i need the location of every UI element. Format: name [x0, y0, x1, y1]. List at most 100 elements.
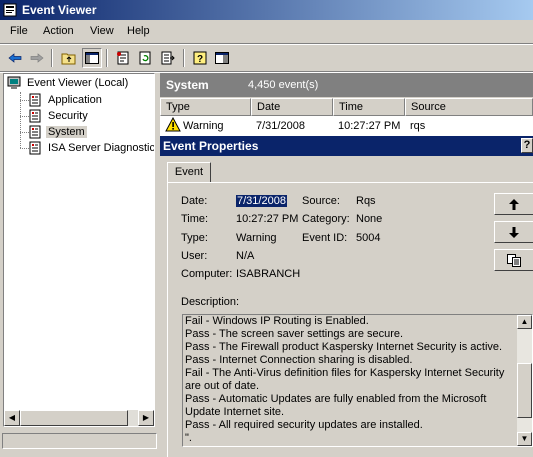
svg-text:?: ?	[197, 54, 203, 65]
menu-action[interactable]: Action	[43, 25, 74, 37]
description-label: Description:	[181, 296, 240, 308]
export-list-button[interactable]	[158, 48, 178, 68]
export-list-icon	[161, 51, 175, 65]
date-label: Date:	[181, 195, 208, 207]
event-id-label: Event ID:	[302, 232, 348, 244]
description-line: ".	[185, 432, 192, 444]
menu-view[interactable]: View	[90, 25, 114, 37]
back-button[interactable]	[5, 48, 25, 68]
column-header-type[interactable]: Type	[160, 98, 251, 116]
dialog-title-bar: Event Properties ?	[160, 136, 533, 156]
computer-icon	[7, 76, 21, 90]
event-log-icon	[29, 141, 41, 155]
copy-icon	[507, 253, 521, 267]
description-line: Pass - Automatic Updates are fully enabl…	[185, 393, 487, 418]
back-icon	[8, 53, 22, 63]
menu-bar: File Action View Help	[0, 22, 533, 42]
row-date: 7/31/2008	[256, 120, 305, 132]
next-event-button[interactable]	[494, 221, 533, 243]
forward-icon	[30, 53, 44, 63]
event-log-icon	[29, 93, 41, 107]
up-folder-icon	[61, 53, 76, 65]
description-line: Pass - The Firewall product Kaspersky In…	[185, 341, 503, 353]
type-label: Type:	[181, 232, 208, 244]
scroll-left-button[interactable]: ◀	[4, 410, 20, 426]
scroll-right-button[interactable]: ▶	[138, 410, 154, 426]
event-id-value: 5004	[356, 232, 381, 244]
scroll-thumb[interactable]	[20, 410, 128, 426]
event-viewer-icon	[3, 3, 17, 17]
scroll-thumb[interactable]	[517, 363, 532, 418]
arrow-up-icon	[509, 198, 519, 210]
type-value: Warning	[236, 232, 277, 244]
scroll-up-button[interactable]: ▲	[517, 315, 532, 329]
help-button[interactable]: ?	[190, 48, 210, 68]
row-type: Warning	[183, 120, 224, 132]
previous-event-button[interactable]	[494, 193, 533, 215]
warning-icon	[165, 117, 181, 132]
tree-horizontal-scrollbar[interactable]: ◀ ▶	[4, 410, 154, 426]
show-hide-tree-button[interactable]	[82, 48, 102, 68]
tab-event[interactable]: Event	[167, 162, 211, 183]
refresh-icon	[139, 51, 151, 65]
description-line: Pass - Internet Connection sharing is di…	[185, 354, 413, 366]
console-button[interactable]	[212, 48, 232, 68]
user-label: User:	[181, 250, 208, 262]
computer-label: Computer:	[181, 268, 233, 280]
tree-item-system[interactable]: System	[28, 124, 87, 140]
event-list: Type Date Time Source Warning 7/31/2008 …	[160, 98, 533, 138]
copy-event-button[interactable]	[494, 249, 533, 271]
date-value: 7/31/2008	[236, 195, 287, 207]
computer-value: ISABRANCH	[236, 268, 301, 280]
time-label: Time:	[181, 213, 209, 225]
tree-item-application[interactable]: Application	[28, 92, 104, 108]
row-time: 10:27:27 PM	[338, 120, 401, 132]
user-value: N/A	[236, 250, 255, 262]
event-properties-dialog: Event Properties ? Event Date: 7/31/2008…	[160, 136, 533, 457]
console-icon	[215, 52, 229, 64]
properties-button[interactable]	[113, 48, 133, 68]
event-count: 4,450 event(s)	[248, 79, 319, 91]
tree-item-isa-server-diagnostics[interactable]: ISA Server Diagnostics	[28, 140, 154, 156]
time-value: 10:27:27 PM	[236, 213, 299, 225]
tree-pane: Event Viewer (Local) Application Securit…	[3, 73, 155, 427]
arrow-down-icon	[509, 226, 519, 238]
category-value: None	[356, 213, 383, 225]
description-vertical-scrollbar[interactable]: ▲ ▼	[517, 315, 532, 446]
description-line: Fail - The Anti-Virus definition files f…	[185, 367, 505, 392]
menu-help[interactable]: Help	[127, 25, 150, 37]
show-hide-tree-icon	[85, 52, 99, 64]
source-value: Rqs	[356, 195, 376, 207]
description-box[interactable]: Fail - Windows IP Routing is Enabled. Pa…	[182, 314, 533, 447]
row-source: rqs	[410, 120, 426, 132]
pane-header: System 4,450 event(s)	[160, 73, 533, 97]
pane-name: System	[166, 78, 209, 92]
menu-file[interactable]: File	[10, 25, 28, 37]
up-folder-button[interactable]	[59, 48, 79, 68]
refresh-button[interactable]	[135, 48, 155, 68]
event-log-icon	[29, 109, 41, 123]
source-label: Source:	[302, 195, 340, 207]
event-log-icon	[29, 125, 41, 139]
description-line: Pass - All required security updates are…	[185, 419, 423, 431]
window-title: Event Viewer	[22, 3, 97, 17]
description-line: Fail - Windows IP Routing is Enabled.	[185, 315, 369, 327]
tree-item-security[interactable]: Security	[28, 108, 90, 124]
forward-button[interactable]	[27, 48, 47, 68]
properties-icon	[117, 51, 129, 65]
description-text: Fail - Windows IP Routing is Enabled. Pa…	[185, 315, 517, 445]
dialog-help-button[interactable]: ?	[521, 138, 533, 153]
help-icon: ?	[193, 51, 207, 65]
scroll-down-button[interactable]: ▼	[517, 432, 532, 446]
description-line: Pass - The screen saver settings are sec…	[185, 328, 404, 340]
toolbar: ?	[0, 45, 533, 71]
column-header-date[interactable]: Date	[251, 98, 333, 116]
column-header-source[interactable]: Source	[405, 98, 533, 116]
status-cell	[2, 433, 157, 449]
table-row[interactable]: Warning 7/31/2008 10:27:27 PM rqs	[160, 116, 533, 136]
category-label: Category:	[302, 213, 350, 225]
dialog-title: Event Properties	[163, 139, 259, 153]
column-header-time[interactable]: Time	[333, 98, 405, 116]
tree-root-event-viewer[interactable]: Event Viewer (Local)	[7, 75, 130, 91]
title-bar: Event Viewer	[0, 0, 533, 20]
